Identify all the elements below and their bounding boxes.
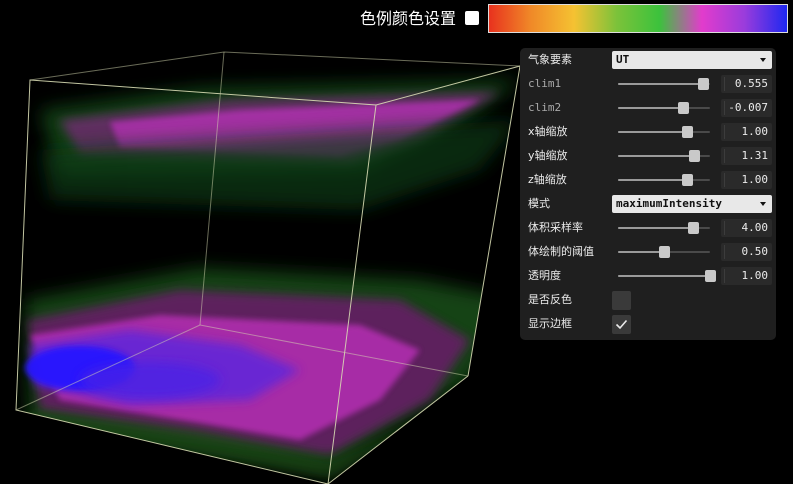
visualization-stage[interactable]: 色例颜色设置 气象要素 UT clim1 0.555 clim2 -0.007 …: [0, 0, 793, 484]
opacity-input[interactable]: 1.00: [721, 267, 772, 285]
slider-fill: [618, 227, 693, 229]
clim1-slider[interactable]: [618, 75, 710, 93]
mode-row: 模式 maximumIntensity: [520, 192, 776, 216]
mode-label: 模式: [528, 197, 550, 210]
sample-rate-input[interactable]: 4.00: [721, 219, 772, 237]
xscale-row: x轴缩放 1.00: [520, 120, 776, 144]
sample-rate-row: 体积采样率 4.00: [520, 216, 776, 240]
slider-fill: [618, 251, 664, 253]
clim2-slider[interactable]: [618, 99, 710, 117]
yscale-row: y轴缩放 1.31: [520, 144, 776, 168]
yscale-slider[interactable]: [618, 147, 710, 165]
zscale-label: z轴缩放: [528, 173, 567, 186]
colorbar-gradient[interactable]: [488, 4, 788, 33]
invert-row: 是否反色: [520, 288, 776, 312]
chevron-down-icon: [760, 202, 766, 206]
slider-fill: [618, 155, 694, 157]
upper-volume-layer: [40, 80, 520, 210]
clim1-input[interactable]: 0.555: [721, 75, 772, 93]
slider-thumb[interactable]: [659, 246, 670, 258]
opacity-label: 透明度: [528, 269, 561, 282]
variable-select[interactable]: UT: [612, 51, 772, 69]
chevron-down-icon: [760, 58, 766, 62]
xscale-slider[interactable]: [618, 123, 710, 141]
slider-thumb[interactable]: [678, 102, 689, 114]
yscale-label: y轴缩放: [528, 149, 568, 162]
slider-thumb[interactable]: [688, 222, 699, 234]
volume-data-layers: [20, 80, 520, 480]
slider-fill: [618, 107, 683, 109]
clim1-label: clim1: [528, 77, 562, 90]
xscale-label: x轴缩放: [528, 125, 568, 138]
invert-checkbox[interactable]: [612, 291, 631, 310]
threshold-label: 体绘制的阈值: [528, 245, 594, 258]
slider-thumb[interactable]: [682, 126, 693, 138]
clim1-row: clim1 0.555: [520, 72, 776, 96]
colorbar-settings-checkbox[interactable]: [465, 11, 479, 25]
threshold-input[interactable]: 0.50: [721, 243, 772, 261]
opacity-row: 透明度 1.00: [520, 264, 776, 288]
variable-row: 气象要素 UT: [520, 48, 776, 72]
invert-label: 是否反色: [528, 293, 572, 306]
zscale-slider[interactable]: [618, 171, 710, 189]
yscale-input[interactable]: 1.31: [721, 147, 772, 165]
clim2-label: clim2: [528, 101, 562, 114]
slider-thumb[interactable]: [689, 150, 700, 162]
slider-thumb[interactable]: [705, 270, 716, 282]
threshold-slider[interactable]: [618, 243, 710, 261]
slider-thumb[interactable]: [698, 78, 709, 90]
slider-thumb[interactable]: [682, 174, 693, 186]
zscale-input[interactable]: 1.00: [721, 171, 772, 189]
slider-fill: [618, 131, 687, 133]
control-panel: 气象要素 UT clim1 0.555 clim2 -0.007 x轴缩放 1.…: [520, 48, 776, 340]
show-border-checkbox[interactable]: [612, 315, 631, 334]
xscale-input[interactable]: 1.00: [721, 123, 772, 141]
show-border-row: 显示边框: [520, 312, 776, 336]
colorbar-settings-label: 色例颜色设置: [360, 9, 457, 28]
mode-select[interactable]: maximumIntensity: [612, 195, 772, 213]
sample-rate-label: 体积采样率: [528, 221, 583, 234]
mode-select-value: maximumIntensity: [616, 197, 722, 210]
threshold-row: 体绘制的阈值 0.50: [520, 240, 776, 264]
slider-fill: [618, 275, 710, 277]
clim2-row: clim2 -0.007: [520, 96, 776, 120]
slider-fill: [618, 83, 703, 85]
sample-rate-slider[interactable]: [618, 219, 710, 237]
slider-fill: [618, 179, 687, 181]
checkmark-icon: [615, 319, 628, 330]
clim2-input[interactable]: -0.007: [721, 99, 772, 117]
variable-label: 气象要素: [528, 53, 572, 66]
zscale-row: z轴缩放 1.00: [520, 168, 776, 192]
opacity-slider[interactable]: [618, 267, 716, 285]
variable-select-value: UT: [616, 53, 630, 66]
show-border-label: 显示边框: [528, 317, 572, 330]
